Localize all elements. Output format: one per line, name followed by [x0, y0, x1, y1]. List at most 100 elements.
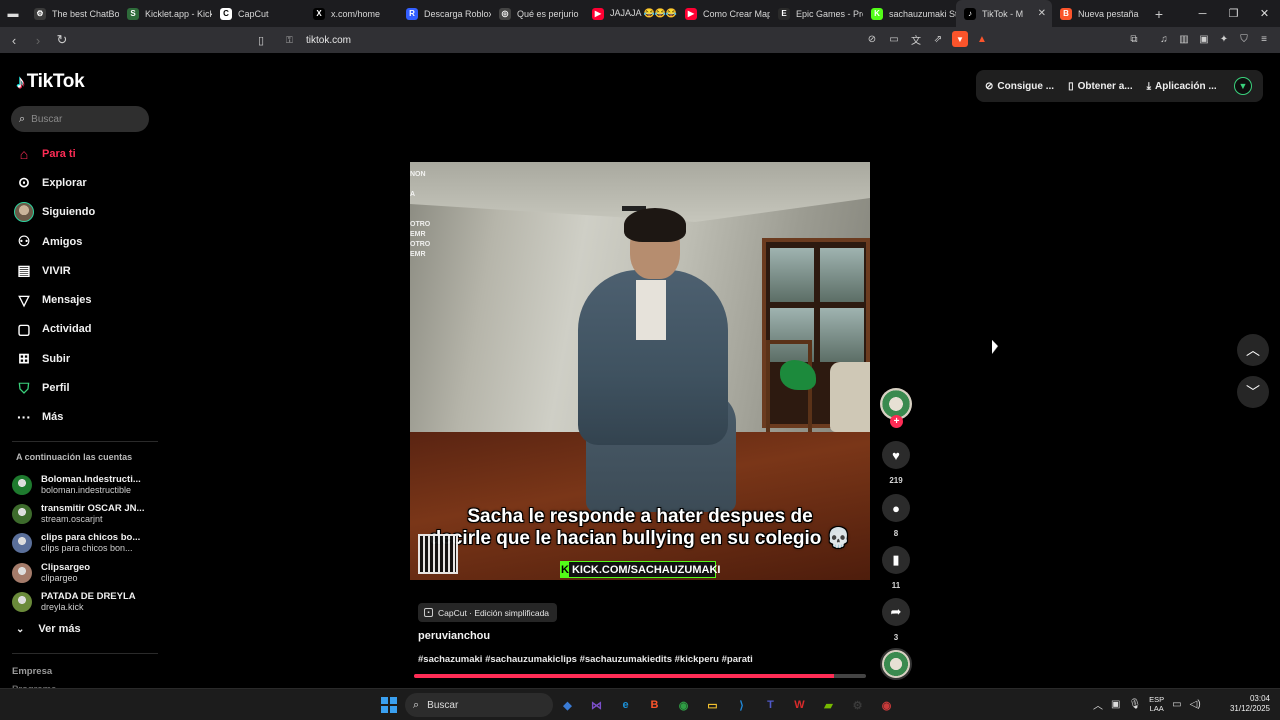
- see-more-link[interactable]: ⌄ Ver más: [16, 623, 81, 635]
- nav-item[interactable]: ⌂ Para ti: [12, 139, 158, 168]
- nav-item[interactable]: ▢ Actividad: [12, 315, 158, 344]
- teams-icon[interactable]: T: [759, 694, 782, 716]
- share-button[interactable]: ➦: [882, 598, 910, 626]
- search-box[interactable]: ⌕: [11, 106, 149, 132]
- forward-icon[interactable]: ›: [28, 30, 48, 50]
- browser-tab[interactable]: ▶ JAJAJA 😂😂😂: [584, 0, 677, 27]
- restore-icon[interactable]: ❐: [1218, 0, 1249, 27]
- search-icon[interactable]: ⌕: [19, 113, 25, 126]
- microphone-icon[interactable]: 🎙: [1128, 699, 1141, 710]
- edge-icon[interactable]: e: [614, 694, 637, 716]
- nav-item[interactable]: ▤ VIVIR: [12, 256, 158, 285]
- kick-logo-icon: K: [561, 562, 569, 577]
- browser-tab[interactable]: ◎ Qué es perjurio: [491, 0, 584, 27]
- suggested-account[interactable]: PATADA DE DREYLA dreyla.kick: [12, 587, 158, 616]
- close-tab-icon[interactable]: ✕: [1038, 8, 1046, 19]
- browser-tab[interactable]: C CapCut: [212, 0, 305, 27]
- steam-icon[interactable]: ⚙: [846, 694, 869, 716]
- nav-label: VIVIR: [42, 264, 71, 277]
- no-tracking-icon[interactable]: ⊘: [864, 31, 880, 47]
- volume-icon[interactable]: ◁): [1190, 699, 1201, 710]
- browser-tab[interactable]: Ksachauzumaki Sti: [863, 0, 956, 27]
- nav-item[interactable]: ⊞ Subir: [12, 344, 158, 373]
- visual-studio-icon[interactable]: ⋈: [585, 694, 608, 716]
- video-author[interactable]: peruvianchou: [418, 630, 490, 642]
- start-button[interactable]: [381, 697, 397, 713]
- minimize-icon[interactable]: ─: [1187, 0, 1218, 27]
- search-input[interactable]: [31, 113, 132, 125]
- get-coins-button[interactable]: ⊘ Consigue ...: [985, 81, 1054, 92]
- brave-icon[interactable]: B: [643, 694, 666, 716]
- chrome-alt-icon[interactable]: ◉: [875, 694, 898, 716]
- site-info-icon[interactable]: ⚿: [286, 35, 298, 46]
- wps-icon[interactable]: W: [788, 694, 811, 716]
- suggested-account[interactable]: Clipsargeo clipargeo: [12, 558, 158, 587]
- share-icon[interactable]: ⇗: [930, 31, 946, 47]
- brave-shield-icon[interactable]: ▼: [952, 31, 968, 47]
- get-app-button[interactable]: ▯ Obtener a...: [1068, 81, 1133, 92]
- media-icon[interactable]: ♫: [1156, 31, 1172, 47]
- copilot-icon[interactable]: ◆: [556, 694, 579, 716]
- browser-tab[interactable]: R Descarga Roblox: [398, 0, 491, 27]
- messages-icon: ▽: [18, 291, 30, 308]
- suggested-account[interactable]: clips para chicos bo... clips para chicos…: [12, 529, 158, 558]
- chrome-icon[interactable]: ◉: [672, 694, 695, 716]
- profile-avatar-button[interactable]: ▼: [1234, 77, 1252, 95]
- screenshot-icon[interactable]: ⧉: [1126, 31, 1142, 47]
- next-video-button[interactable]: ﹀: [1237, 376, 1269, 408]
- video-player[interactable]: NON A OTRO EMR OTRO EMR Sacha le responde a h…: [410, 162, 870, 580]
- nav-item[interactable]: ··· Más: [12, 403, 158, 432]
- browser-menu-icon[interactable]: ≡: [1256, 31, 1272, 47]
- browser-tab[interactable]: ♪ TikTok - M ✕: [956, 0, 1052, 27]
- footer-company-link[interactable]: Empresa: [12, 666, 52, 677]
- explorer-icon[interactable]: ▭: [701, 694, 724, 716]
- suggested-account[interactable]: Boloman.Indestructi... boloman.indestruct…: [12, 470, 158, 499]
- bookmark-icon[interactable]: ▯: [258, 34, 272, 47]
- nav-item[interactable]: ⛉ Perfil: [12, 373, 158, 402]
- vscode-icon[interactable]: ⟩: [730, 694, 753, 716]
- follow-plus-icon[interactable]: +: [890, 415, 903, 428]
- close-window-icon[interactable]: ✕: [1249, 0, 1280, 27]
- save-button[interactable]: ▮: [882, 546, 910, 574]
- brave-rewards-icon[interactable]: ▲: [974, 31, 990, 47]
- browser-tab[interactable]: E Epic Games - Pro: [770, 0, 863, 27]
- sidebar-toggle-icon[interactable]: ▥: [1176, 31, 1192, 47]
- url-text[interactable]: tiktok.com: [306, 35, 351, 46]
- new-tab-button[interactable]: +: [1145, 6, 1173, 22]
- tray-app-icon[interactable]: ▣: [1111, 699, 1120, 710]
- vpn-icon[interactable]: ⛉: [1236, 31, 1252, 47]
- suggested-account[interactable]: transmitir OSCAR JN... stream.oscarjnt: [12, 499, 158, 528]
- browser-tab[interactable]: Xx.com/home: [305, 0, 398, 27]
- browser-tab[interactable]: ⚙ The best ChatBot: [26, 0, 119, 27]
- video-progress-bar[interactable]: [414, 674, 866, 678]
- tray-overflow-icon[interactable]: ︿: [1093, 697, 1103, 712]
- comment-button[interactable]: ●: [882, 494, 910, 522]
- previous-video-button[interactable]: ︿: [1237, 334, 1269, 366]
- wallet-icon[interactable]: ▣: [1196, 31, 1212, 47]
- tiktok-logo[interactable]: ♪ TikTok: [16, 71, 85, 93]
- browser-menu-icon[interactable]: ▬: [0, 0, 26, 27]
- browser-tab[interactable]: B Nueva pestaña: [1052, 0, 1145, 27]
- language-indicator[interactable]: ESP LAA: [1149, 695, 1164, 713]
- translate-icon[interactable]: 文: [908, 31, 924, 47]
- nvidia-icon[interactable]: ▰: [817, 694, 840, 716]
- browser-tab[interactable]: S Kicklet.app - Kick: [119, 0, 212, 27]
- cast-icon[interactable]: ▭: [886, 31, 902, 47]
- nav-item[interactable]: Siguiendo: [12, 198, 158, 227]
- like-button[interactable]: ♥: [882, 441, 910, 469]
- desktop-app-button[interactable]: ⤓ Aplicación ...: [1147, 81, 1217, 92]
- video-hashtags[interactable]: #sachazumaki #sachauzumakiclips #sachauz…: [418, 654, 753, 665]
- nav-item[interactable]: ⚇ Amigos: [12, 227, 158, 256]
- capcut-badge[interactable]: ▪ CapCut · Edición simplificada: [418, 603, 558, 622]
- taskbar-search[interactable]: ⌕ Buscar: [405, 693, 553, 717]
- music-disc-icon[interactable]: [880, 648, 912, 680]
- nav-item[interactable]: ▽ Mensajes: [12, 285, 158, 314]
- tab-title: Kicklet.app - Kick: [145, 8, 212, 19]
- network-icon[interactable]: ▭: [1172, 699, 1181, 710]
- leo-ai-icon[interactable]: ✦: [1216, 31, 1232, 47]
- browser-tab[interactable]: ▶ Como Crear Map: [677, 0, 770, 27]
- reload-icon[interactable]: ↻: [52, 30, 72, 50]
- taskbar-clock[interactable]: 03:04 31/12/2025: [1222, 694, 1270, 714]
- back-icon[interactable]: ‹: [4, 30, 24, 50]
- nav-item[interactable]: ⊙ Explorar: [12, 168, 158, 197]
